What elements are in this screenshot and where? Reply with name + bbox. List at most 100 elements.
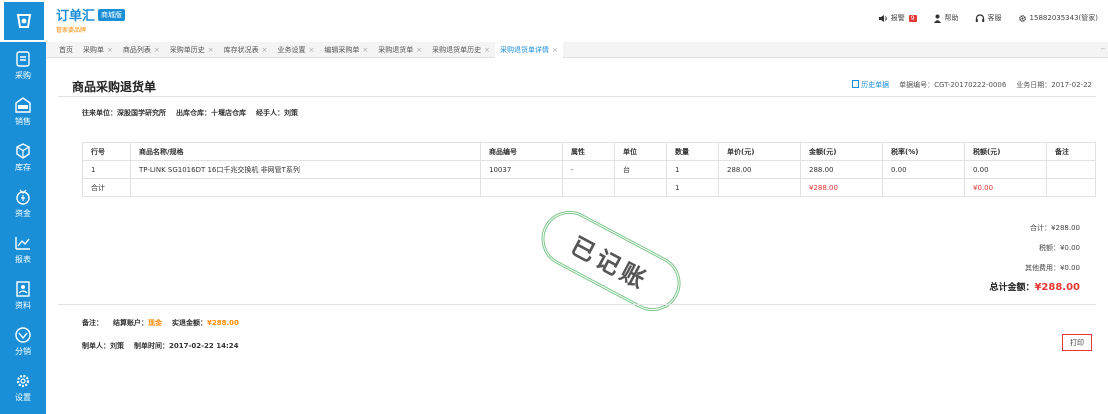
note-label: 备注： xyxy=(82,319,103,327)
cell: 0.00 xyxy=(964,160,1047,179)
close-icon[interactable]: × xyxy=(107,46,113,54)
tab-purchase-order[interactable]: 采购单 × xyxy=(78,42,118,58)
total-qty: 1 xyxy=(666,178,719,197)
tab-home[interactable]: 首页 xyxy=(54,42,78,58)
sidebar-item-label: 报表 xyxy=(15,254,31,264)
tab-label: 库存状况表 xyxy=(223,45,259,54)
tab-purchase-history[interactable]: 采购单历史 × xyxy=(165,42,219,58)
brand-subtitle: 管家婆品牌 xyxy=(56,27,87,34)
total-amount: ¥288.00 xyxy=(800,178,883,197)
tab-purchase-return[interactable]: 采购退货单 × xyxy=(373,42,427,58)
sidebar-item-distribution[interactable]: 分销 xyxy=(0,318,46,364)
brand: 订单汇 商城版 管家婆品牌 xyxy=(56,5,126,34)
tab-edit-purchase[interactable]: 编辑采购单 × xyxy=(319,42,373,58)
tab-product-list[interactable]: 商品列表 × xyxy=(118,42,165,58)
sale-icon xyxy=(15,96,31,113)
tab-label: 采购单 xyxy=(83,45,104,54)
help-button[interactable]: 帮助 xyxy=(933,13,959,23)
sidebar-item-label: 资料 xyxy=(15,300,31,310)
sidebar-item-purchase[interactable]: 采购 xyxy=(0,42,46,88)
service-button[interactable]: 客服 xyxy=(975,13,1002,23)
print-button[interactable]: 打印 xyxy=(1062,334,1092,351)
col-header: 单位 xyxy=(614,142,667,161)
cell xyxy=(718,178,801,197)
close-icon[interactable]: × xyxy=(262,46,268,54)
sidebar-item-label: 采购 xyxy=(15,70,31,80)
col-header: 数量 xyxy=(666,142,719,161)
doc-meta: 历史单据 单据编号：CGT-20170222-0006 业务日期：2017-02… xyxy=(851,80,1092,90)
sidebar-item-funds[interactable]: 资金 xyxy=(0,180,46,226)
paid-value: ¥288.00 xyxy=(207,319,239,327)
close-icon[interactable]: × xyxy=(362,46,368,54)
posted-stamp: 已记账 xyxy=(531,201,691,321)
total-value: ¥288.00 xyxy=(1034,282,1080,293)
alarm-count-badge: 9 xyxy=(908,14,917,22)
history-link-label: 历史单据 xyxy=(861,81,890,89)
cell xyxy=(1046,178,1096,197)
account-value: 现金 xyxy=(148,319,162,327)
headset-icon xyxy=(975,13,984,22)
cell xyxy=(1046,160,1096,179)
total-label: 总计金额： xyxy=(989,283,1035,293)
cell: 0.00 xyxy=(882,160,965,179)
sidebar: 采购 销售 库存 资金 报表 资料 分销 设置 xyxy=(0,42,46,414)
warehouse: 出库仓库：十堰店仓库 xyxy=(176,109,246,117)
logo-icon[interactable] xyxy=(4,2,44,40)
tab-purchase-return-detail[interactable]: 采购退货单详情 × xyxy=(495,41,563,58)
cell xyxy=(130,178,481,197)
tab-label: 商品列表 xyxy=(122,45,151,54)
cell: TP-LINK SG1016DT 16口千兆交换机 非网管T系列 xyxy=(130,160,481,179)
tab-label: 采购退货单历史 xyxy=(432,45,482,54)
top-actions: 报警 9 帮助 客服 15882035343(管家) xyxy=(878,13,1098,23)
settle-account: 结算账户：现金 xyxy=(113,318,162,328)
paid-label: 实退金额： xyxy=(172,319,207,327)
col-header: 金额(元) xyxy=(800,142,883,161)
total-tax: ¥0.00 xyxy=(964,178,1047,197)
minus-icon[interactable]: − xyxy=(1100,45,1106,53)
close-icon[interactable]: × xyxy=(552,46,558,54)
tab-label: 业务设置 xyxy=(277,45,306,54)
inventory-icon xyxy=(16,142,30,159)
table-header: 行号 商品名称/规格 商品编号 属性 单位 数量 单价(元) 金额(元) 税率(… xyxy=(82,142,1096,161)
user-icon xyxy=(933,14,941,23)
sidebar-item-data[interactable]: 资料 xyxy=(0,272,46,318)
cell xyxy=(480,178,563,197)
close-icon[interactable]: × xyxy=(208,46,214,54)
tab-label: 首页 xyxy=(59,45,73,54)
sidebar-item-sale[interactable]: 销售 xyxy=(0,88,46,134)
data-icon xyxy=(16,280,30,297)
summary-tax: 税额：¥0.00 xyxy=(1038,244,1080,252)
cell: - xyxy=(562,160,615,179)
funds-icon xyxy=(16,189,30,205)
cell xyxy=(614,178,667,197)
close-icon[interactable]: × xyxy=(416,46,422,54)
paid-amount: 实退金额：¥288.00 xyxy=(172,318,239,328)
cell xyxy=(882,178,965,197)
divider xyxy=(58,304,1096,305)
alarm-button[interactable]: 报警 9 xyxy=(878,13,917,23)
cell xyxy=(562,178,615,197)
cell: 288.00 xyxy=(800,160,883,179)
col-header: 税率(%) xyxy=(882,142,965,161)
history-link[interactable]: 历史单据 xyxy=(851,80,890,90)
col-header: 单价(元) xyxy=(718,142,801,161)
tab-inventory-status[interactable]: 库存状况表 × xyxy=(219,42,273,58)
cell: 10037 xyxy=(480,160,563,179)
sidebar-item-report[interactable]: 报表 xyxy=(0,226,46,272)
tab-business-settings[interactable]: 业务设置 × xyxy=(273,42,320,58)
distribution-icon xyxy=(15,326,31,343)
close-icon[interactable]: × xyxy=(309,46,315,54)
main-panel: 商品采购退货单 历史单据 单据编号：CGT-20170222-0006 业务日期… xyxy=(46,58,1108,414)
divider xyxy=(58,96,1096,97)
summary: 合计：¥288.00 税额：¥0.00 其他费用：¥0.00 总计金额：¥288… xyxy=(989,218,1080,298)
document-icon xyxy=(851,80,859,88)
tab-purchase-return-history[interactable]: 采购退货单历史 × xyxy=(427,42,495,58)
sidebar-item-settings[interactable]: 设置 xyxy=(0,364,46,410)
user-menu[interactable]: 15882035343(管家) xyxy=(1018,13,1098,23)
col-header: 税额(元) xyxy=(964,142,1047,161)
close-icon[interactable]: × xyxy=(154,46,160,54)
sidebar-item-inventory[interactable]: 库存 xyxy=(0,134,46,180)
close-icon[interactable]: × xyxy=(484,46,490,54)
sidebar-item-label: 销售 xyxy=(15,116,31,126)
table-row: 1 TP-LINK SG1016DT 16口千兆交换机 非网管T系列 10037… xyxy=(82,160,1096,179)
